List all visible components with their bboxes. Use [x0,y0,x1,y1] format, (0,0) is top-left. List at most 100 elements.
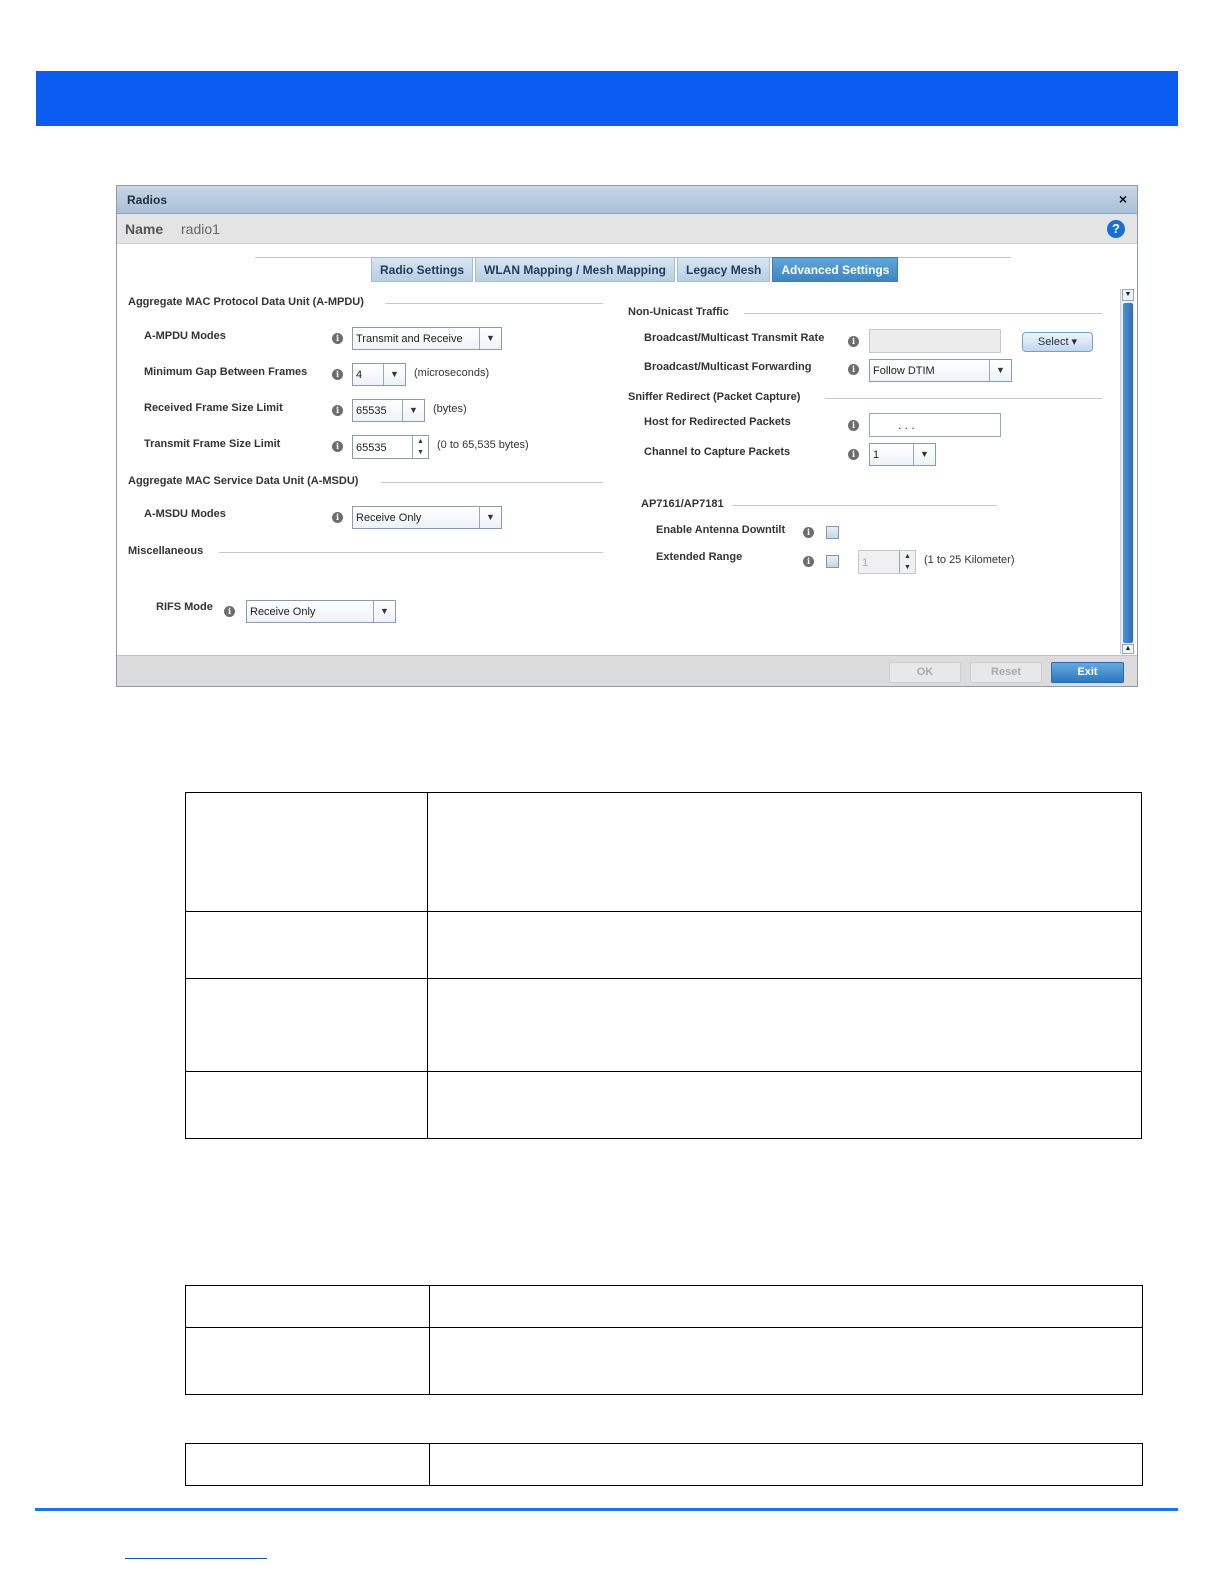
section-divider [825,398,1102,399]
help-icon[interactable]: ? [1107,220,1125,238]
tx-frame-unit: (0 to 65,535 bytes) [437,439,529,451]
extended-range-checkbox[interactable] [826,555,839,568]
info-icon[interactable]: i [848,449,859,460]
rx-frame-select[interactable]: 65535 ▼ [352,399,425,422]
chevron-down-icon[interactable]: ▼ [413,447,428,458]
tx-frame-label: Transmit Frame Size Limit [144,438,281,450]
exit-button[interactable]: Exit [1051,662,1124,683]
section-divider [744,313,1102,314]
chevron-up-icon[interactable]: ▲ [413,436,428,447]
channel-value: 1 [873,449,880,461]
name-value: radio1 [181,221,220,237]
chevron-down-icon: ▼ [989,360,1011,381]
info-icon[interactable]: i [332,369,343,380]
table-cell [427,911,1142,979]
extended-range-value: 1 [862,557,869,569]
dialog-title: Radios [127,193,168,207]
tab-radio-settings[interactable]: Radio Settings [371,257,474,282]
close-icon[interactable]: × [1119,191,1127,207]
table-cell [185,1327,430,1395]
rx-frame-value: 65535 [356,405,387,417]
stepper-buttons[interactable]: ▲ ▼ [412,436,428,458]
table-cell [185,1071,428,1139]
footer-rule [35,1508,1178,1511]
name-bar: Name radio1 ? [117,214,1137,244]
bm-forwarding-label: Broadcast/Multicast Forwarding [644,361,812,373]
extended-range-stepper[interactable]: 1 ▲ ▼ [858,550,916,574]
rifs-mode-label: RIFS Mode [156,601,213,613]
table-cell [185,792,428,912]
section-divider [732,505,997,506]
scrollbar-thumb[interactable] [1123,303,1133,643]
tx-frame-stepper[interactable]: 65535 ▲ ▼ [352,435,429,459]
section-divider [385,303,603,304]
parameter-table-1 [185,792,1142,1139]
rifs-mode-select[interactable]: Receive Only ▼ [246,600,396,623]
min-gap-value: 4 [356,369,363,381]
vertical-scrollbar[interactable]: ▼ ▲ [1120,289,1134,654]
extended-range-unit: (1 to 25 Kilometer) [924,554,1015,566]
info-icon[interactable]: i [848,420,859,431]
host-label: Host for Redirected Packets [644,416,791,428]
chevron-down-icon[interactable]: ▼ [900,562,915,573]
downtilt-checkbox[interactable] [826,526,839,539]
info-icon[interactable]: i [848,336,859,347]
channel-select[interactable]: 1 ▼ [869,443,936,466]
table-cell [429,1327,1143,1395]
chevron-down-icon: ▼ [383,364,405,385]
stepper-buttons[interactable]: ▲ ▼ [899,551,915,573]
info-icon[interactable]: i [332,512,343,523]
amsdu-modes-select[interactable]: Receive Only ▼ [352,506,502,529]
rifs-mode-value: Receive Only [250,606,316,618]
ok-button[interactable]: OK [889,662,961,683]
bm-rate-field[interactable] [869,329,1001,353]
min-gap-unit: (microseconds) [414,367,490,379]
chevron-up-icon[interactable]: ▼ [1122,289,1134,301]
info-icon[interactable]: i [803,527,814,538]
min-gap-label: Minimum Gap Between Frames [144,366,308,378]
info-icon[interactable]: i [332,441,343,452]
parameter-table-3 [185,1443,1143,1486]
dialog-footer: OK Reset Exit [117,655,1137,686]
table-cell [429,1285,1143,1328]
tab-legacy-mesh[interactable]: Legacy Mesh [677,257,771,282]
select-button[interactable]: Select ▾ [1022,332,1093,352]
chevron-down-icon: ▼ [479,328,501,349]
chevron-up-icon[interactable]: ▲ [900,551,915,562]
name-label: Name [125,221,164,237]
parameter-table-2 [185,1285,1143,1395]
tab-wlan-mesh-mapping[interactable]: WLAN Mapping / Mesh Mapping [475,257,675,282]
extended-range-label: Extended Range [656,551,743,563]
chevron-down-icon: ▼ [402,400,424,421]
amsdu-modes-label: A-MSDU Modes [144,508,226,520]
amsdu-modes-value: Receive Only [356,512,422,524]
chevron-up-icon[interactable]: ▲ [1122,644,1134,654]
rx-frame-label: Received Frame Size Limit [144,402,283,414]
chevron-down-icon: ▼ [479,507,501,528]
table-cell [427,792,1142,912]
dialog-titlebar: Radios × [117,186,1137,214]
section-ap7161-ap7181: AP7161/AP7181 [641,498,724,510]
section-divider [381,482,603,483]
host-ip-field[interactable]: . . . [869,413,1001,437]
min-gap-select[interactable]: 4 ▼ [352,363,406,386]
section-sniffer-redirect: Sniffer Redirect (Packet Capture) [628,391,801,403]
tab-advanced-settings[interactable]: Advanced Settings [772,257,899,282]
info-icon[interactable]: i [224,606,235,617]
channel-label: Channel to Capture Packets [644,446,791,458]
table-cell [427,1071,1142,1139]
reset-button[interactable]: Reset [970,662,1042,683]
bm-forwarding-select[interactable]: Follow DTIM ▼ [869,359,1012,382]
info-icon[interactable]: i [332,333,343,344]
info-icon[interactable]: i [848,364,859,375]
table-cell [427,978,1142,1072]
table-cell [185,978,428,1072]
section-amsdu: Aggregate MAC Service Data Unit (A-MSDU) [128,475,359,487]
info-icon[interactable]: i [332,405,343,416]
table-cell [185,911,428,979]
ampdu-modes-value: Transmit and Receive [356,333,463,345]
host-ip-value: . . . [898,418,915,432]
ampdu-modes-select[interactable]: Transmit and Receive ▼ [352,327,502,350]
info-icon[interactable]: i [803,556,814,567]
rx-frame-unit: (bytes) [433,403,467,415]
